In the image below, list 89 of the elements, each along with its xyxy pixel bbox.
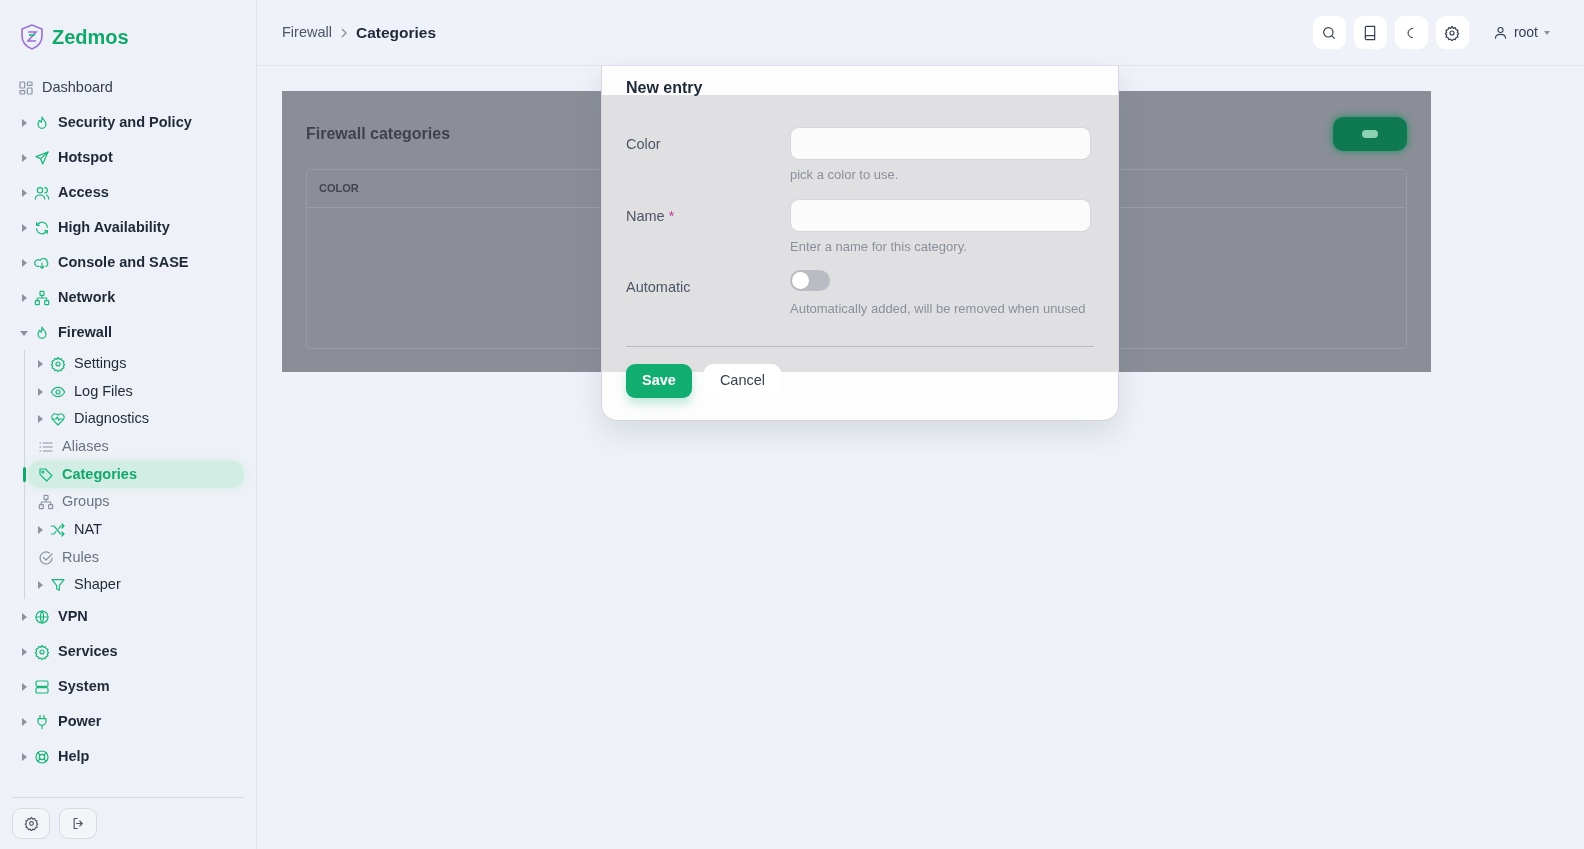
lifebuoy-icon [34,748,50,765]
check-circle-icon [38,549,54,566]
settings-icon [23,816,39,831]
heart-pulse-icon [50,411,66,428]
settings-icon [1444,24,1461,41]
input-field[interactable] [790,127,1091,160]
user-icon [1492,25,1508,40]
menu-item[interactable]: Access [12,175,244,210]
field-label: Color [626,136,661,152]
server-icon [34,678,50,695]
menu-item[interactable]: Console and SASE [12,245,244,280]
toggle-switch[interactable] [790,270,830,291]
caret-icon [21,153,27,162]
menu-item[interactable]: Help [12,739,244,775]
sync-icon [34,219,50,236]
globe-icon [34,608,50,625]
caret-icon [21,752,27,761]
caret-icon [20,329,28,336]
menu-item[interactable]: System [12,669,244,705]
menu-item[interactable]: Security and Policy [12,105,244,140]
chevron-icon [339,27,348,38]
add-button[interactable] [1333,117,1407,151]
menu-item[interactable]: High Availability [12,210,244,245]
network-icon [34,289,50,306]
caret-icon [37,581,43,590]
caret-icon [37,387,43,396]
help-text: Automatically added, will be removed when unused [790,300,1086,318]
menu-item[interactable]: Dashboard [12,70,244,105]
toggle-icon [1362,130,1378,138]
plug-icon [34,713,50,730]
caret-icon [37,415,43,424]
menu-item[interactable]: Power [12,704,244,740]
card-title: Firewall categories [306,124,451,144]
shuffle-icon [50,521,66,538]
gear-icon [50,355,66,372]
menu-item[interactable]: Firewall [12,315,244,350]
gear-icon [34,643,50,660]
shield-logo-icon [20,24,44,50]
menu-item[interactable]: Aliases [28,433,244,461]
caret-icon [21,717,27,726]
caret-icon [21,682,27,691]
menu-item[interactable]: Log Files [28,377,244,406]
caret-icon [21,293,27,302]
menu-item[interactable]: VPN [12,599,244,635]
flame-icon [34,324,50,341]
help-text: pick a color to use. [790,166,900,184]
logout-button[interactable] [59,808,97,839]
caret-icon [1544,30,1550,35]
dialog-title: New entry [626,78,704,98]
search-icon [1321,24,1338,41]
docs-button[interactable] [1353,16,1387,49]
menu-item[interactable]: Shaper [28,571,244,600]
field-label: Name [626,207,665,224]
menu-item[interactable]: Services [12,634,244,670]
help-text: Enter a name for this category. [790,237,968,256]
menu-item[interactable]: Diagnostics [28,405,244,434]
flame-icon [34,114,50,131]
breadcrumb-item: Categories [355,22,437,43]
caret-icon [21,188,27,197]
caret-icon [21,118,27,127]
required-mark: * [668,207,675,224]
menu-item[interactable]: Rules [28,543,244,572]
search-button[interactable] [1312,16,1346,49]
caret-icon [21,647,27,656]
caret-icon [21,258,27,267]
user-menu[interactable]: root [1484,22,1558,43]
tag-icon [38,466,54,483]
breadcrumb-item[interactable]: Firewall [282,21,332,44]
hierarchy-icon [38,494,54,511]
send-icon [34,149,50,166]
filter-icon [50,577,66,594]
caret-icon [21,612,27,621]
column-header: COLOR [319,181,359,196]
menu-item[interactable]: NAT [28,516,244,544]
caret-icon [37,525,43,534]
settings-button[interactable] [12,808,50,839]
menu-item[interactable]: Settings [28,350,244,378]
menu-item[interactable]: Hotspot [12,140,244,175]
users-icon [34,184,50,201]
caret-icon [37,359,43,368]
input-field[interactable] [790,198,1091,232]
menu-item[interactable]: Network [12,280,244,315]
logout-icon [70,816,86,831]
caret-icon [21,223,27,232]
menu-item[interactable]: Groups [28,488,244,517]
brand-name: Zedmos [52,25,129,50]
grid-icon [18,79,34,96]
settings-button[interactable] [1435,16,1469,49]
field-label: Automatic [626,279,691,295]
